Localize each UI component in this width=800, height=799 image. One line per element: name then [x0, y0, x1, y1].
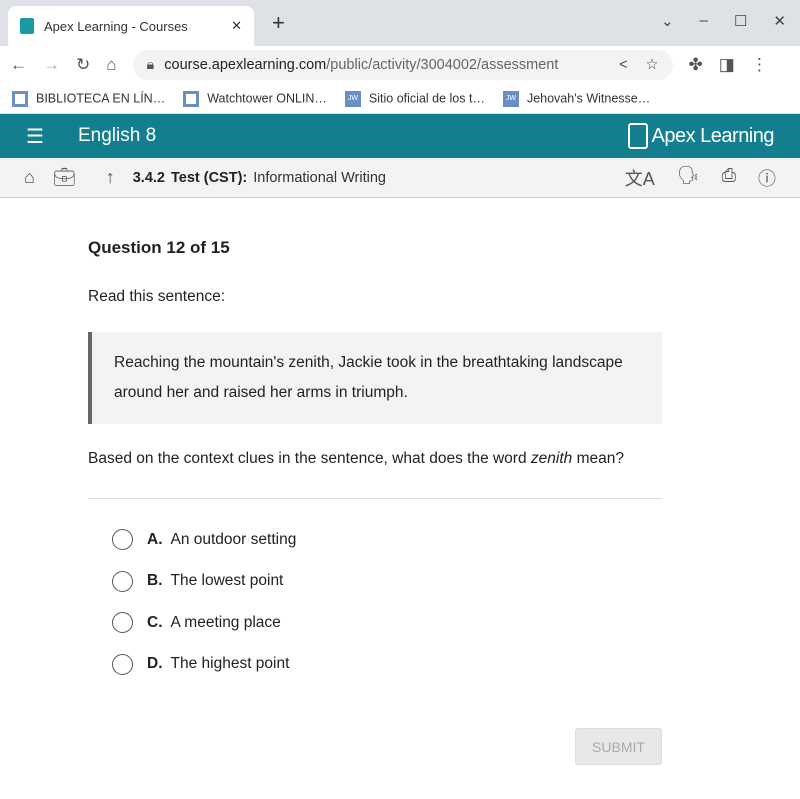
browser-tab-bar: Apex Learning - Courses ✕ + ⌄ – ☐ ✕ — [0, 0, 800, 46]
jw-icon: JW — [502, 90, 519, 107]
side-panel-icon[interactable]: ◨ — [719, 55, 735, 75]
book-icon — [183, 90, 200, 107]
radio-button[interactable] — [112, 529, 133, 551]
bookmark[interactable]: JW Jehovah's Witnesse… — [502, 90, 651, 107]
breadcrumb: 3.4.2 Test (CST): Informational Writing — [132, 169, 386, 186]
radio-button[interactable] — [112, 612, 133, 634]
up-arrow-icon[interactable]: ↑ — [106, 167, 115, 188]
apex-favicon-icon — [20, 18, 34, 34]
close-tab-icon[interactable]: ✕ — [231, 18, 242, 34]
question-number: Question 12 of 15 — [88, 238, 230, 257]
tab-title: Apex Learning - Courses — [44, 18, 188, 34]
home-icon[interactable]: ⌂ — [106, 55, 116, 75]
tab-search-icon[interactable]: ⌄ — [661, 12, 674, 30]
activity-toolbar: ⌂ 💼︎ ↑ 3.4.2 Test (CST): Informational Wri… — [0, 158, 800, 198]
radio-button[interactable] — [112, 653, 133, 675]
maximize-icon[interactable]: ☐ — [734, 12, 747, 30]
option-c[interactable]: C. A meeting place — [112, 602, 750, 644]
answer-options: A. An outdoor setting B. The lowest point … — [88, 519, 750, 685]
quoted-sentence: Reaching the mountain's zenith, Jackie t… — [88, 332, 662, 424]
briefcase-icon[interactable]: 💼︎ — [53, 167, 76, 188]
apex-logo: Apex Learning — [627, 123, 775, 149]
book-icon — [12, 90, 28, 107]
bookmark-label: BIBLIOTECA EN LÍN… — [36, 90, 166, 105]
bookmark[interactable]: JW Sitio oficial de los t… — [344, 90, 485, 107]
minimize-icon[interactable]: – — [700, 12, 708, 30]
hamburger-menu-icon[interactable]: ☰ — [26, 124, 78, 149]
lock-icon: 🔒︎ — [146, 57, 155, 73]
question-prompt: Read this sentence: — [88, 288, 226, 305]
question-area: Question 12 of 15 Read this sentence: Re… — [0, 198, 750, 685]
close-window-icon[interactable]: ✕ — [773, 12, 786, 30]
read-aloud-icon[interactable]: 🗣︎ — [677, 165, 700, 191]
question-text: Based on the context clues in the senten… — [88, 450, 662, 499]
submit-button[interactable]: SUBMIT — [575, 728, 662, 765]
option-d[interactable]: D. The highest point — [112, 644, 750, 686]
star-icon[interactable]: ☆ — [646, 57, 659, 73]
extensions-icon[interactable]: ✤ — [689, 55, 703, 75]
bookmark[interactable]: BIBLIOTECA EN LÍN… — [12, 90, 166, 107]
bookmark-label: Sitio oficial de los t… — [368, 90, 485, 105]
url-input[interactable]: 🔒︎ course.apexlearning.com/public/activi… — [132, 50, 673, 80]
option-a[interactable]: A. An outdoor setting — [112, 519, 750, 561]
translate-icon[interactable]: 文A — [625, 165, 655, 191]
new-tab-icon[interactable]: + — [272, 10, 285, 36]
back-icon[interactable]: ← — [10, 55, 27, 75]
option-b[interactable]: B. The lowest point — [112, 561, 750, 603]
forward-icon[interactable]: → — [43, 55, 60, 75]
url-path: /public/activity/3004002/assessment — [326, 57, 559, 73]
bookmarks-bar: BIBLIOTECA EN LÍN… Watchtower ONLIN… JW S… — [0, 84, 800, 114]
home-icon[interactable]: ⌂ — [24, 167, 35, 188]
course-header: ☰ English 8 Apex Learning — [0, 114, 800, 158]
bookmark-label: Watchtower ONLIN… — [207, 90, 327, 105]
browser-tab[interactable]: Apex Learning - Courses ✕ — [8, 6, 254, 46]
reload-icon[interactable]: ↻ — [76, 55, 90, 75]
jw-icon: JW — [344, 90, 361, 107]
help-icon[interactable]: ⓘ — [758, 165, 776, 191]
menu-icon[interactable]: ⋮ — [751, 55, 768, 75]
bookmark-label: Jehovah's Witnesse… — [526, 90, 651, 105]
address-bar-row: ← → ↻ ⌂ 🔒︎ course.apexlearning.com/publi… — [0, 46, 800, 84]
print-icon[interactable]: ⎙ — [722, 165, 736, 191]
course-title: English 8 — [78, 125, 157, 146]
url-host: course.apexlearning.com — [164, 57, 327, 73]
apex-logo-icon — [627, 123, 648, 149]
bookmark[interactable]: Watchtower ONLIN… — [183, 90, 327, 107]
radio-button[interactable] — [112, 570, 133, 592]
share-icon[interactable]: < — [619, 57, 627, 73]
